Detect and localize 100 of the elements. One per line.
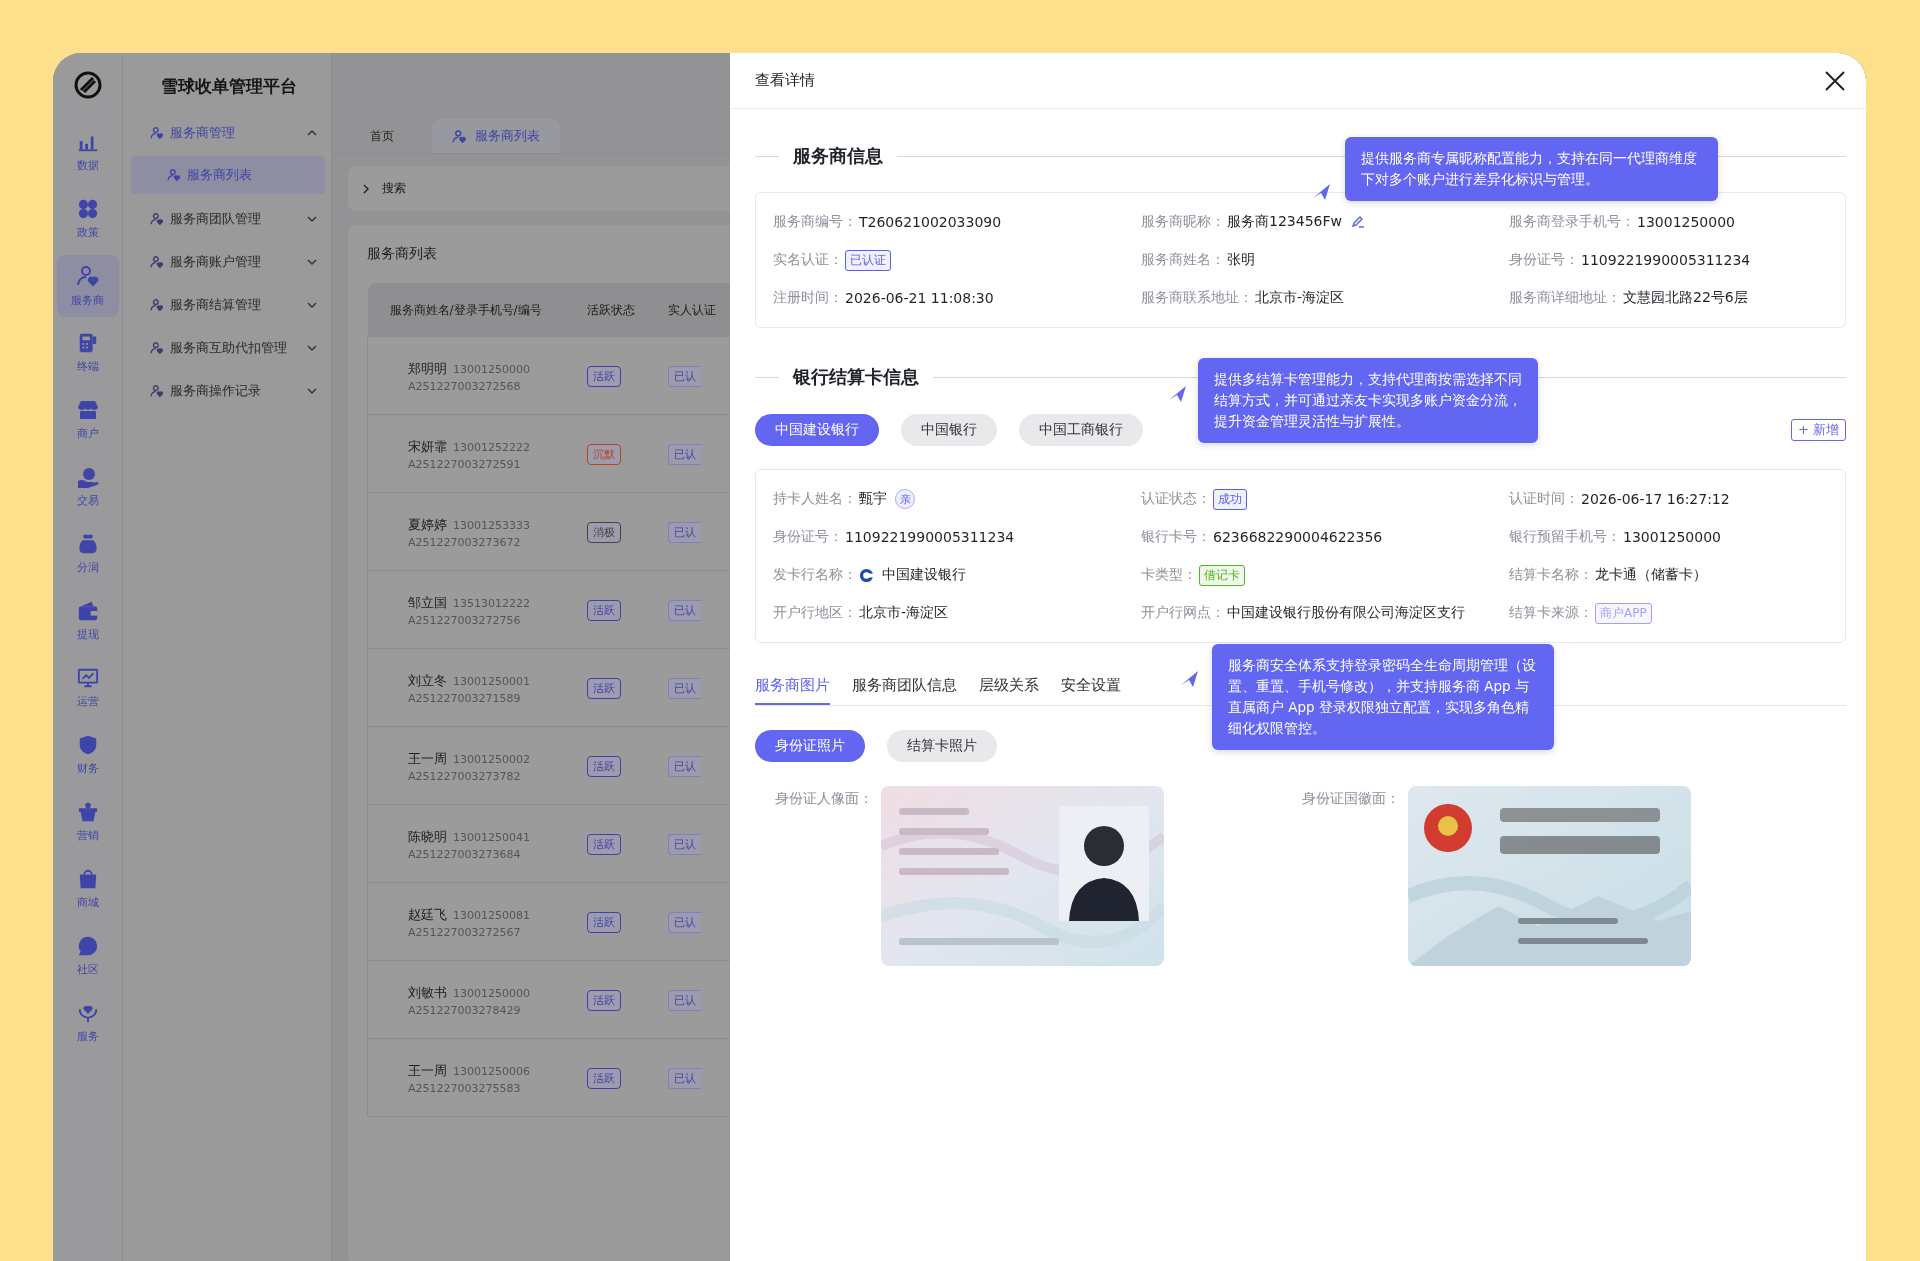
rail-item[interactable]: 分润 [56, 523, 119, 585]
rail-item[interactable]: 服务商 [56, 255, 119, 317]
field-label: 持卡人姓名： [773, 490, 857, 508]
rail-item[interactable]: 商城 [56, 858, 119, 920]
phone-number: 13001250002 [453, 753, 530, 766]
nav-group[interactable]: 服务商团队管理 [123, 197, 331, 240]
field-label: 结算卡来源： [1509, 604, 1593, 622]
provider-name: 刘立冬 [408, 673, 447, 688]
phone-number: 13001253333 [453, 519, 530, 532]
field-value: 中国建设银行 [882, 566, 966, 584]
page-tab[interactable]: 服务商列表 [432, 119, 560, 153]
rail-item[interactable]: 财务 [56, 724, 119, 786]
field-value: 龙卡通（储蓄卡） [1595, 566, 1707, 584]
field-value: 6236682290004622356 [1213, 529, 1383, 545]
list-title: 服务商列表 [367, 245, 438, 263]
tooltip: 提供服务商专属昵称配置能力，支持在同一代理商维度下对多个账户进行差异化标识与管理。 [1345, 137, 1718, 201]
detail-tab[interactable]: 服务商图片 [755, 676, 830, 705]
provider-code: A251227003272567 [408, 926, 522, 939]
add-button[interactable]: + 新增 [1790, 419, 1846, 441]
phone-number: 13513012222 [453, 597, 530, 610]
provider-name: 宋妍霏 [408, 439, 447, 454]
field-label: 服务商编号： [773, 213, 857, 231]
status-tag: 活跃 [586, 599, 621, 621]
photo-tab[interactable]: 结算卡照片 [887, 730, 997, 762]
field-label: 开户行地区： [773, 604, 857, 622]
field-label: 卡类型： [1141, 566, 1197, 584]
nav-group[interactable]: 服务商互助代扣管理 [123, 326, 331, 369]
rail-item[interactable]: 社区 [56, 925, 119, 987]
search-bar[interactable]: 搜索 [348, 166, 730, 211]
provider-code: A251227003271589 [408, 692, 522, 705]
rail-item[interactable]: 终端 [56, 322, 119, 384]
field-label: 银行预留手机号： [1509, 528, 1621, 546]
detail-tab[interactable]: 服务商团队信息 [852, 676, 957, 705]
verified-tag: 已认 [667, 443, 701, 465]
field-value: 13001250000 [1623, 529, 1721, 545]
field-value: 文慧园北路22号6层 [1623, 289, 1748, 307]
status-tag: 借记卡 [1199, 564, 1245, 586]
provider-name: 王一周 [408, 751, 447, 766]
nav-group[interactable]: 服务商账户管理 [123, 240, 331, 283]
detail-tab[interactable]: 安全设置 [1061, 676, 1121, 705]
nav-group[interactable]: 服务商结算管理 [123, 283, 331, 326]
nav-group[interactable]: 服务商操作记录 [123, 369, 331, 412]
person-heart-icon [150, 340, 164, 355]
status-tag: 商户APP [1595, 602, 1652, 624]
monitor-icon [76, 667, 99, 689]
page-tab[interactable]: 首页 [362, 120, 402, 153]
field-value: 2026-06-17 16:27:12 [1581, 491, 1730, 507]
field-value: 服务商123456Fw [1227, 213, 1342, 231]
field-label: 身份证号： [1509, 251, 1579, 269]
rail-item[interactable]: 交易 [56, 456, 119, 518]
rail-item[interactable]: 营销 [56, 791, 119, 853]
bank-tab[interactable]: 中国银行 [901, 414, 997, 446]
person-heart-icon [75, 264, 100, 288]
field-label: 服务商昵称： [1141, 213, 1225, 231]
rail-item[interactable]: 商户 [56, 389, 119, 451]
status-tag: 活跃 [586, 677, 621, 699]
photo-label: 身份证人像面： [775, 790, 873, 808]
field-label: 服务商详细地址： [1509, 289, 1621, 307]
phone-number: 13001250000 [453, 987, 530, 1000]
rail-item[interactable]: 数据 [56, 121, 119, 183]
verified-tag: 已认 [667, 755, 701, 777]
grid-icon [76, 198, 99, 220]
field-label: 服务商联系地址： [1141, 289, 1253, 307]
chevron-right-icon [362, 183, 370, 194]
verified-tag: 已认 [667, 989, 701, 1011]
column-header: 实人认证 [657, 283, 730, 337]
field-label: 发卡行名称： [773, 566, 857, 584]
field-label: 认证时间： [1509, 490, 1579, 508]
bank-tab[interactable]: 中国工商银行 [1019, 414, 1143, 446]
photo-label: 身份证国徽面： [1302, 790, 1400, 808]
field-label: 注册时间： [773, 289, 843, 307]
logo-icon[interactable] [73, 71, 102, 99]
bank-tab[interactable]: 中国建设银行 [755, 414, 879, 446]
relation-badge: 亲 [895, 489, 915, 509]
phone-number: 13001252222 [453, 441, 530, 454]
provider-name: 夏婷婷 [408, 517, 447, 532]
provider-name: 王一周 [408, 1063, 447, 1078]
phone-number: 13001250041 [453, 831, 530, 844]
provider-code: A251227003272756 [408, 614, 522, 627]
nav-group[interactable]: 服务商管理 [123, 111, 331, 154]
rail-item[interactable]: 提现 [56, 590, 119, 652]
person-heart-icon [150, 297, 164, 312]
edit-icon[interactable] [1349, 214, 1366, 230]
detail-tab[interactable]: 层级关系 [979, 676, 1039, 705]
phone-number: 13001250001 [453, 675, 530, 688]
column-header: 服务商姓名/登录手机号/编号 [367, 283, 577, 337]
rail-item[interactable]: 运营 [56, 657, 119, 719]
status-tag: 沉默 [586, 443, 621, 465]
store-icon [75, 399, 100, 421]
photo-tab[interactable]: 身份证照片 [755, 730, 865, 762]
field-value: 北京市-海淀区 [859, 604, 949, 622]
field-label: 身份证号： [773, 528, 843, 546]
verified-tag: 已认 [667, 911, 701, 933]
nav-item[interactable]: 服务商列表 [131, 156, 325, 194]
rail-item[interactable]: 政策 [56, 188, 119, 250]
drawer-title: 查看详情 [755, 71, 815, 90]
status-tag: 活跃 [586, 365, 621, 387]
provider-code: A251227003272591 [408, 458, 522, 471]
rail-item[interactable]: 服务 [56, 992, 119, 1054]
person-heart-icon [150, 125, 164, 140]
